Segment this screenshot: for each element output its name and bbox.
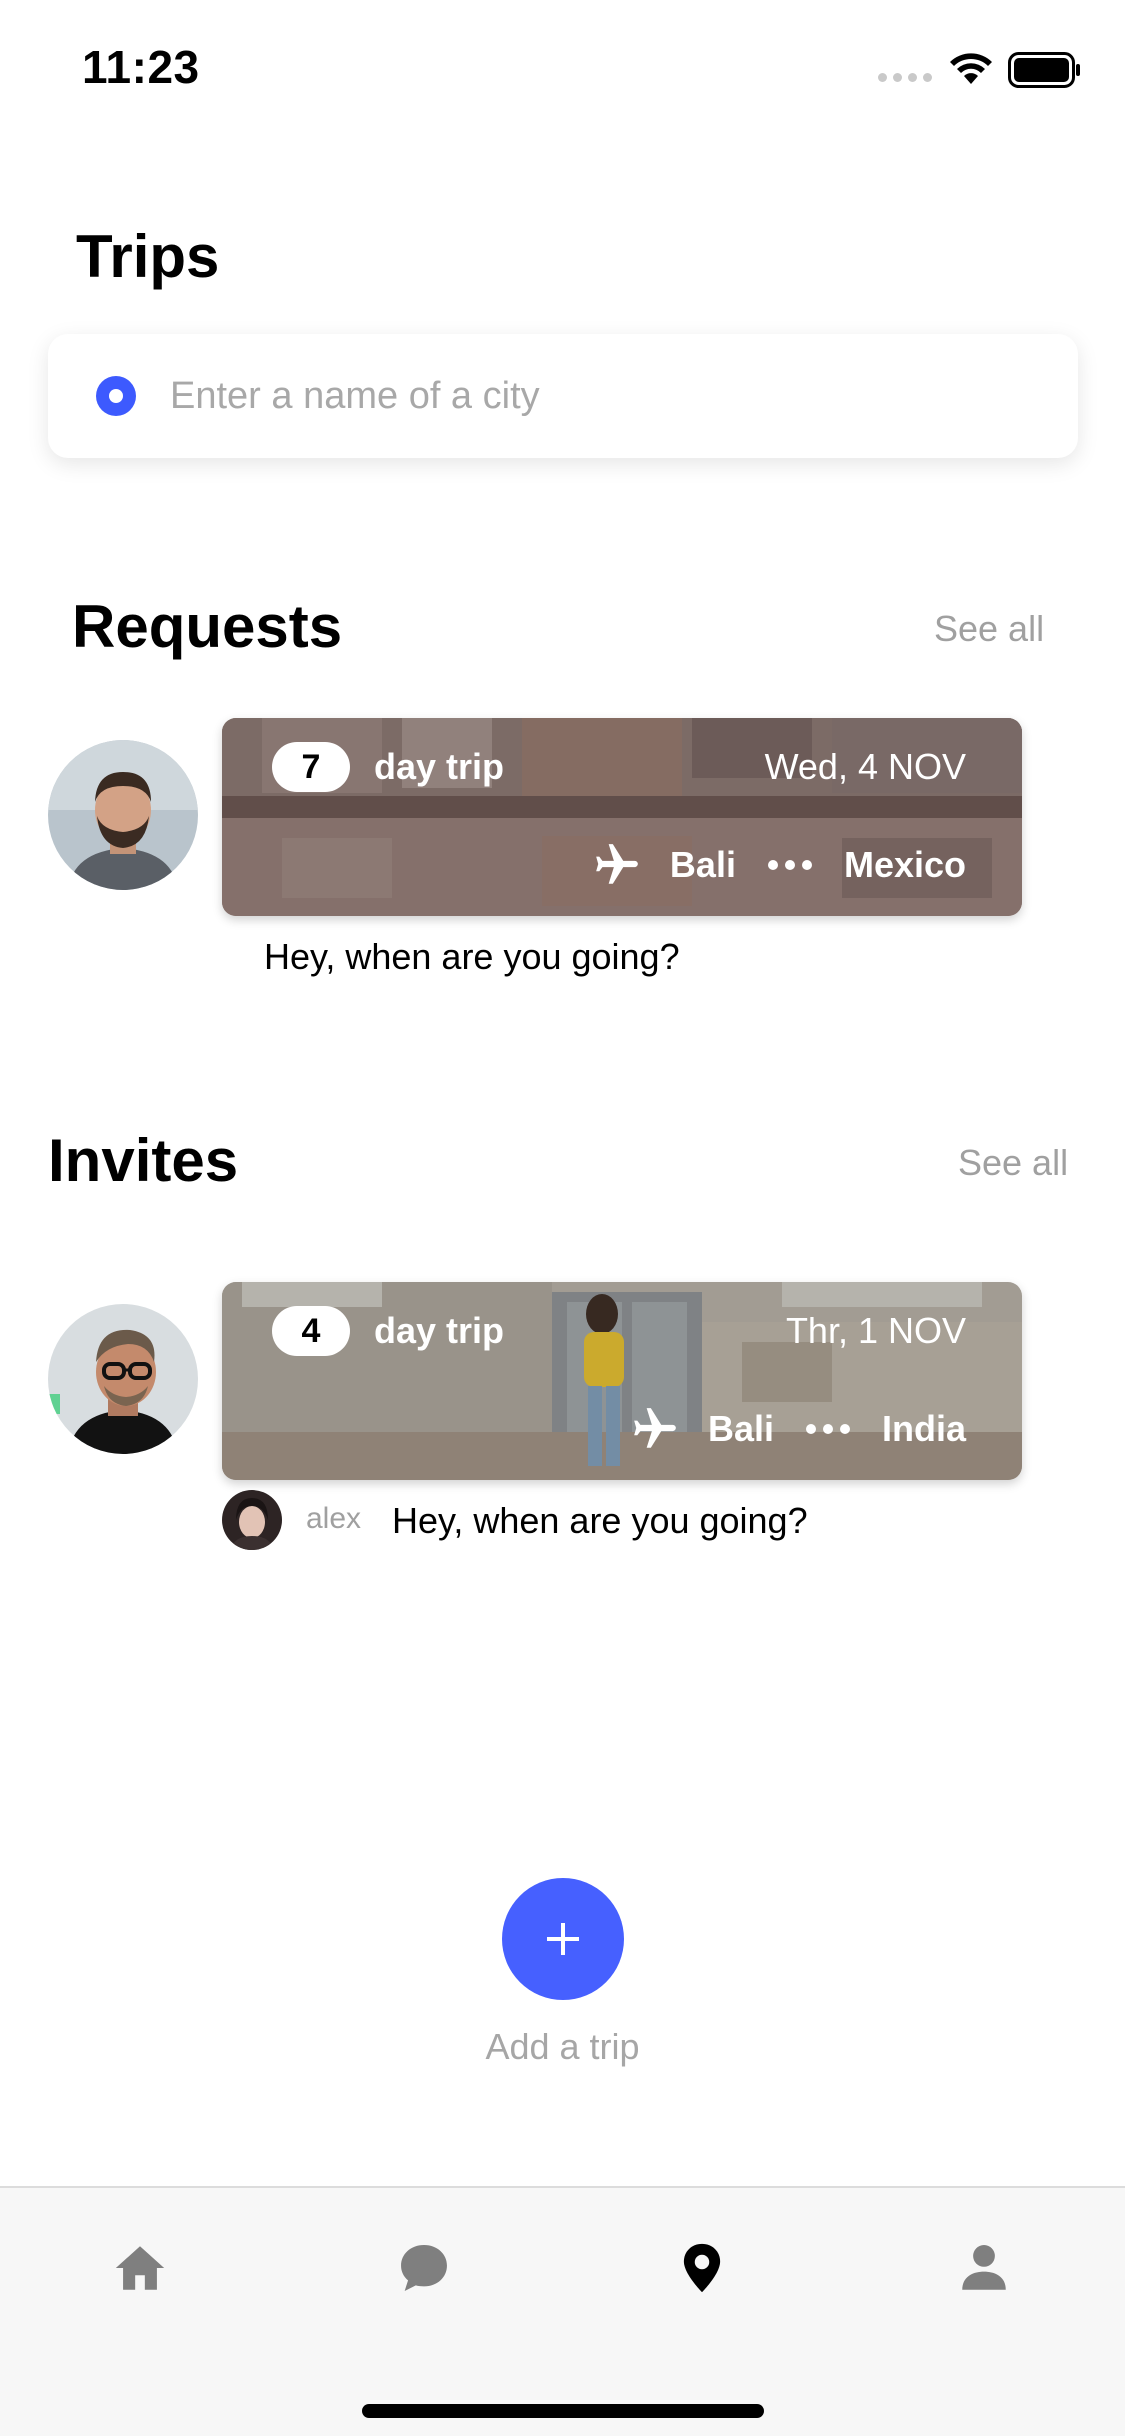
- request-trip-card[interactable]: 7 day trip Wed, 4 NOV Bali Mexico: [222, 718, 1022, 916]
- airplane-icon: [634, 1408, 676, 1448]
- trip-date: Thr, 1 NOV: [785, 1310, 966, 1351]
- profile-icon: [962, 2245, 1006, 2290]
- requests-title: Requests: [72, 593, 343, 660]
- invites-see-all-link[interactable]: See all: [958, 1142, 1068, 1184]
- requests-see-all-link[interactable]: See all: [934, 608, 1044, 650]
- route-dots-icon: [767, 860, 812, 870]
- route-origin: Bali: [669, 844, 736, 885]
- day-trip-label: day trip: [374, 746, 505, 787]
- route-destination: India: [881, 1408, 966, 1449]
- bottom-tab-bar: [0, 2186, 1125, 2436]
- sender-avatar[interactable]: [222, 1490, 282, 1550]
- trip-route: Bali India: [630, 1404, 966, 1454]
- tab-profile[interactable]: [944, 2228, 1024, 2308]
- tab-chat[interactable]: [384, 2228, 464, 2308]
- airplane-icon: [596, 844, 638, 884]
- cellular-signal-icon: [878, 70, 934, 84]
- location-pin-icon: [683, 2243, 721, 2293]
- route-destination: Mexico: [843, 844, 966, 885]
- route-dots-icon: [805, 1424, 850, 1434]
- invite-trip-card[interactable]: 4 day trip Thr, 1 NOV Bali India: [222, 1282, 1022, 1480]
- city-search-card[interactable]: [48, 334, 1078, 458]
- request-message: Hey, when are you going?: [264, 936, 680, 977]
- status-time: 11:23: [82, 41, 200, 93]
- city-search-input[interactable]: [170, 366, 1030, 426]
- tab-trips[interactable]: [662, 2228, 742, 2308]
- add-trip-button[interactable]: [502, 1878, 624, 2000]
- chat-icon: [401, 2245, 447, 2291]
- trip-days-badge: 4: [272, 1306, 350, 1356]
- invite-message: Hey, when are you going?: [392, 1500, 808, 1541]
- tab-home[interactable]: [100, 2228, 180, 2308]
- add-trip-label: Add a trip: [485, 2026, 640, 2067]
- trip-days-badge: 7: [272, 742, 350, 792]
- invites-title: Invites: [48, 1127, 239, 1194]
- sender-name: alex: [306, 1502, 362, 1535]
- status-bar: 11:23: [0, 0, 1125, 140]
- inviter-avatar[interactable]: [48, 1304, 198, 1454]
- battery-icon: [1008, 52, 1080, 88]
- route-origin: Bali: [707, 1408, 774, 1449]
- home-icon: [115, 2246, 165, 2290]
- wifi-icon: [950, 53, 992, 84]
- page-title: Trips: [76, 223, 220, 290]
- home-indicator: [362, 2404, 764, 2418]
- trip-route: Bali Mexico: [592, 840, 966, 890]
- day-trip-label: day trip: [374, 1310, 505, 1351]
- trip-date: Wed, 4 NOV: [764, 746, 966, 787]
- location-radio-icon: [96, 376, 136, 416]
- requester-avatar[interactable]: [48, 740, 198, 890]
- plus-icon: [547, 1923, 579, 1955]
